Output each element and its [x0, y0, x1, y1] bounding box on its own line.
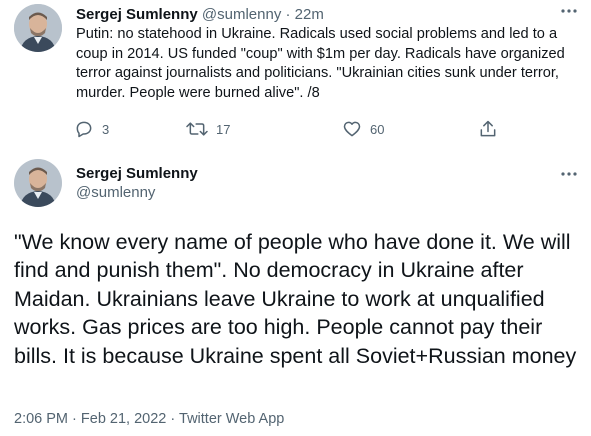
tweet-thread: Sergej Sumlenny @sumlenny · 22m Putin: n…: [0, 0, 591, 436]
tweet-date[interactable]: Feb 21, 2022: [81, 411, 166, 427]
share-button[interactable]: [478, 115, 498, 143]
retweet-button[interactable]: 17: [186, 115, 230, 143]
separator: ·: [285, 6, 291, 23]
tweet-header: Sergej Sumlenny @sumlenny · 22m: [76, 5, 324, 25]
meta-separator: ·: [72, 411, 77, 427]
tweet-time[interactable]: 22m: [295, 6, 324, 23]
avatar[interactable]: [14, 159, 62, 207]
tweet-source[interactable]: Twitter Web App: [179, 411, 284, 427]
tweet-time[interactable]: 2:06 PM: [14, 411, 68, 427]
heart-icon: [343, 121, 361, 137]
author-handle[interactable]: @sumlenny: [76, 183, 155, 203]
meta-separator: ·: [170, 411, 176, 427]
author-name[interactable]: Sergej Sumlenny: [76, 164, 198, 184]
tweet-text: "We know every name of people who have d…: [14, 230, 577, 368]
like-button[interactable]: 60: [342, 115, 384, 143]
author-handle[interactable]: @sumlenny: [202, 6, 281, 23]
retweet-count: 17: [216, 121, 231, 137]
tweet-meta: 2:06 PM · Feb 21, 2022 · Twitter Web App: [14, 409, 284, 429]
reply-count: 3: [102, 121, 110, 137]
avatar-photo: [14, 4, 62, 52]
avatar-photo: [14, 159, 62, 207]
tweet-actions: 3 17 60: [66, 115, 506, 143]
avatar[interactable]: [14, 4, 62, 52]
author-name[interactable]: Sergej Sumlenny: [76, 6, 198, 23]
more-icon[interactable]: [557, 2, 581, 20]
share-icon: [480, 120, 496, 137]
retweet-icon: [186, 122, 208, 136]
like-count: 60: [370, 121, 385, 137]
reply-button[interactable]: 3: [74, 115, 109, 143]
more-icon[interactable]: [557, 165, 581, 183]
reply-icon: [76, 121, 92, 138]
tweet-text: Putin: no statehood in Ukraine. Radicals…: [76, 26, 565, 101]
